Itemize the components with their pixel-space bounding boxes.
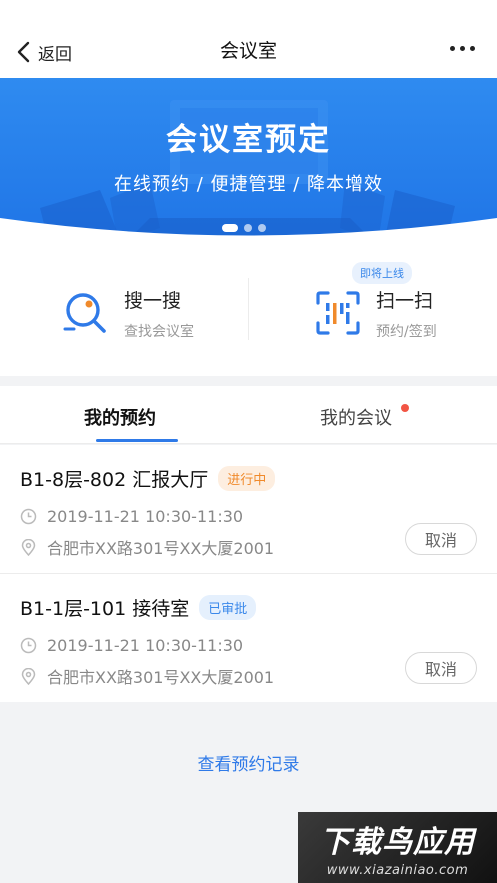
clock-icon xyxy=(20,637,37,654)
booking-card[interactable]: B1-1层-101 接待室 已审批 2019-11-21 10:30-11:30… xyxy=(0,574,497,702)
watermark-main: 下载鸟应用 xyxy=(320,825,475,860)
tab-indicator xyxy=(96,439,178,442)
booking-time: 2019-11-21 10:30-11:30 xyxy=(47,507,244,526)
status-badge: 已审批 xyxy=(199,595,257,620)
status-badge: 进行中 xyxy=(218,466,276,491)
booking-address-row: 合肥市XX路301号XX大厦2001 xyxy=(20,664,274,688)
tab-my-bookings[interactable]: 我的预约 xyxy=(84,404,156,430)
search-icon xyxy=(63,293,106,333)
banner-subtitle: 在线预约 / 便捷管理 / 降本增效 xyxy=(113,174,383,195)
clock-icon xyxy=(20,508,37,525)
more-dot-icon xyxy=(460,46,465,51)
more-dot-icon xyxy=(470,46,475,51)
banner[interactable]: 会议室预定 在线预约 / 便捷管理 / 降本增效 xyxy=(0,78,497,248)
booking-address: 合肥市XX路301号XX大厦2001 xyxy=(47,539,275,558)
watermark-logo: 下载鸟应用 www.xiazainiao.com xyxy=(298,812,497,883)
nav-bar: 返回 会议室 xyxy=(0,0,497,78)
room-name: B1-8层-802 汇报大厅 xyxy=(20,469,209,491)
booking-time-row: 2019-11-21 10:30-11:30 xyxy=(20,636,243,655)
search-title: 搜一搜 xyxy=(124,289,182,312)
booking-time-row: 2019-11-21 10:30-11:30 xyxy=(20,507,243,526)
carousel-dot-active[interactable] xyxy=(222,224,238,232)
search-desc: 查找会议室 xyxy=(124,323,194,340)
booking-card[interactable]: B1-8层-802 汇报大厅 进行中 2019-11-21 10:30-11:3… xyxy=(0,445,497,573)
search-room-button[interactable]: 搜一搜 查找会议室 xyxy=(62,278,194,348)
page-title: 会议室 xyxy=(219,40,277,62)
divider xyxy=(248,278,249,340)
tab-my-meetings[interactable]: 我的会议 xyxy=(320,404,392,430)
location-pin-icon xyxy=(21,538,36,556)
carousel-indicator[interactable] xyxy=(222,224,266,232)
booking-address-row: 合肥市XX路301号XX大厦2001 xyxy=(20,535,274,559)
quick-actions: 搜一搜 查找会议室 即将上线 扫一扫 预约/签到 xyxy=(0,248,497,376)
carousel-dot[interactable] xyxy=(258,224,266,232)
scan-title: 扫一扫 xyxy=(376,289,434,312)
booking-address: 合肥市XX路301号XX大厦2001 xyxy=(47,668,275,687)
booking-room: B1-1层-101 接待室 已审批 xyxy=(20,594,257,621)
carousel-dot[interactable] xyxy=(244,224,252,232)
view-history-link[interactable]: 查看预约记录 xyxy=(0,750,497,775)
watermark-url: www.xiazainiao.com xyxy=(326,863,469,878)
room-name: B1-1层-101 接待室 xyxy=(20,598,190,620)
scan-button[interactable]: 扫一扫 预约/签到 xyxy=(314,278,437,348)
scan-desc: 预约/签到 xyxy=(376,323,437,340)
booking-time: 2019-11-21 10:30-11:30 xyxy=(47,636,244,655)
cancel-button[interactable]: 取消 xyxy=(405,652,477,684)
more-button[interactable] xyxy=(450,46,475,51)
location-pin-icon xyxy=(21,667,36,685)
notification-dot xyxy=(401,404,409,412)
cancel-button[interactable]: 取消 xyxy=(405,523,477,555)
banner-title: 会议室预定 xyxy=(166,122,331,158)
banner-illustration xyxy=(0,100,497,248)
booking-room: B1-8层-802 汇报大厅 进行中 xyxy=(20,465,276,492)
scan-icon xyxy=(316,291,360,335)
more-dot-icon xyxy=(450,46,455,51)
tab-bar: 我的预约 我的会议 xyxy=(0,386,497,444)
